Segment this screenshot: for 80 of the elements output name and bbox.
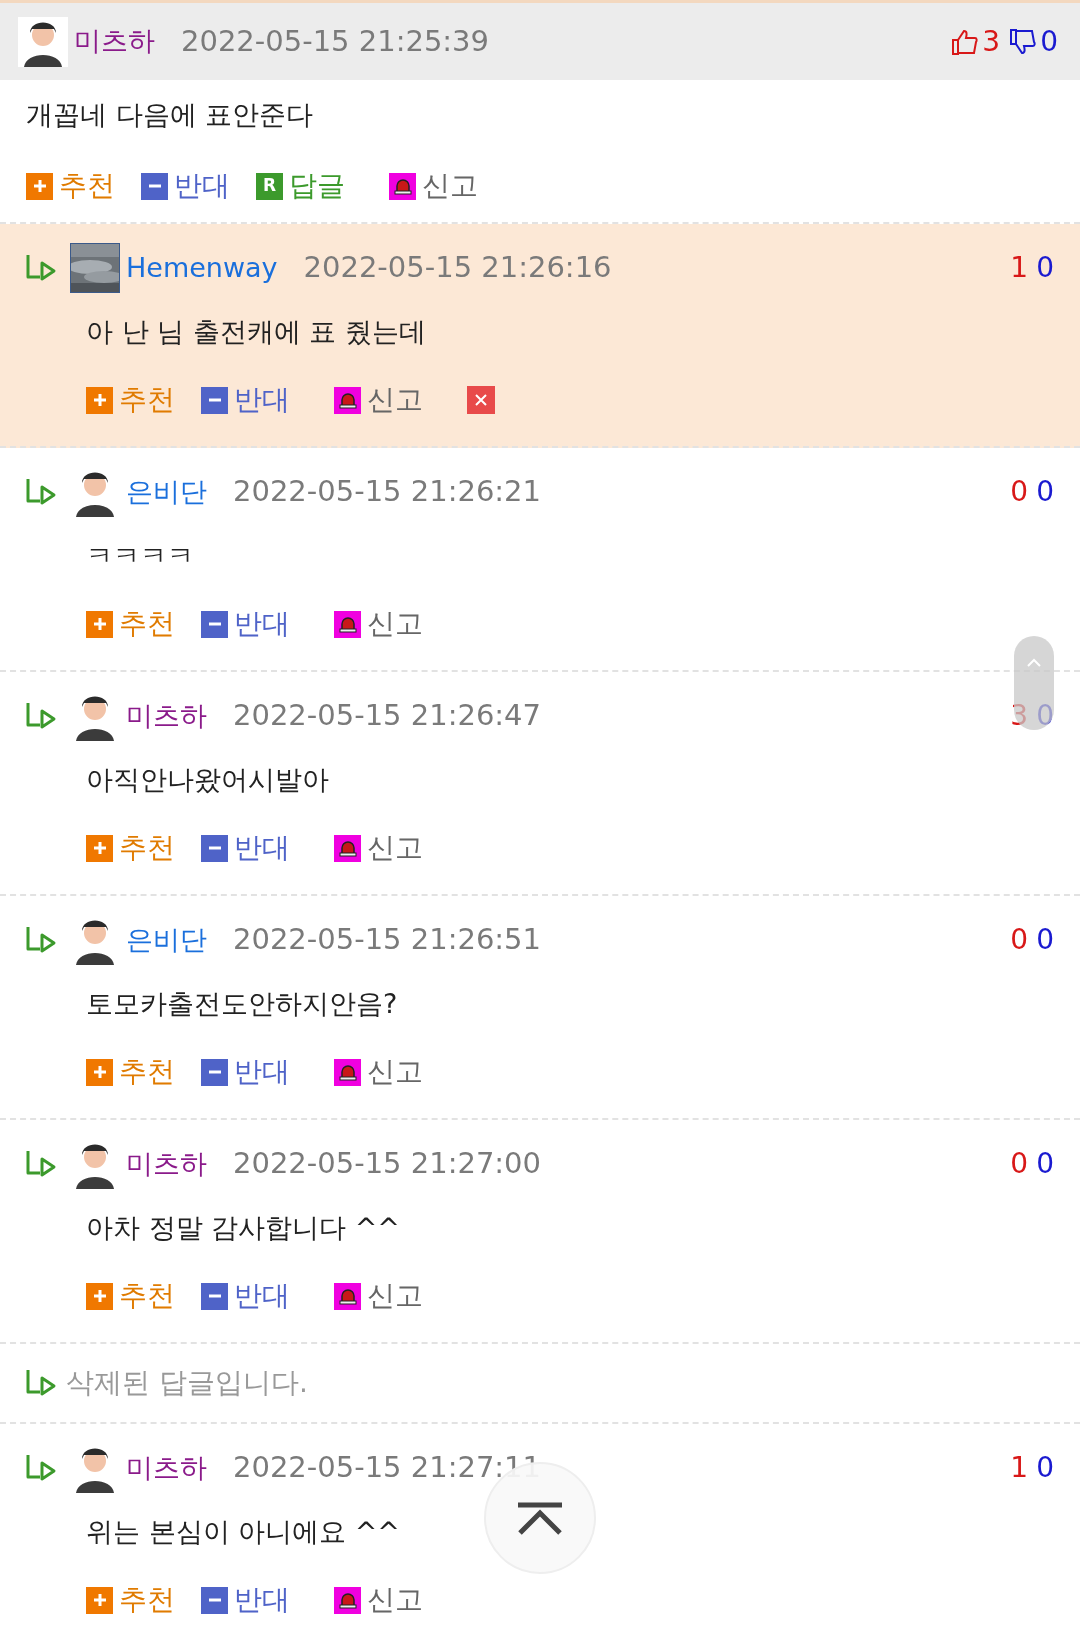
plus-icon [91, 1592, 108, 1608]
upvote-count: 3 [1010, 698, 1029, 734]
username[interactable]: 은비단 [126, 919, 207, 961]
recommend-button[interactable]: 추천 [86, 603, 175, 645]
scroll-handle[interactable] [1014, 636, 1054, 730]
username[interactable]: 미츠하 [126, 1143, 207, 1185]
username[interactable]: 은비단 [126, 471, 207, 513]
oppose-button[interactable]: 반대 [201, 603, 290, 645]
downvote-count: 0 [1036, 1146, 1054, 1182]
recommend-button[interactable]: 추천 [86, 1275, 175, 1317]
plus-icon [91, 840, 108, 856]
report-button[interactable]: 신고 [334, 379, 423, 421]
reply-button[interactable]: R 답글 [256, 165, 345, 207]
downvote-count: 0 [1036, 1450, 1054, 1486]
username[interactable]: Hemenway [126, 247, 278, 289]
siren-icon [337, 614, 358, 634]
timestamp: 2022-05-15 21:27:11 [233, 1449, 541, 1487]
downvote-count: 0 [1036, 250, 1054, 286]
oppose-button[interactable]: 반대 [201, 1051, 290, 1093]
username[interactable]: 미츠하 [126, 1447, 207, 1489]
oppose-button[interactable]: 반대 [201, 1275, 290, 1317]
username[interactable]: 미츠하 [126, 695, 207, 737]
report-button[interactable]: 신고 [334, 827, 423, 869]
report-button[interactable]: 신고 [334, 603, 423, 645]
recommend-button[interactable]: 추천 [86, 1579, 175, 1621]
plus-icon [91, 1288, 108, 1304]
downvote-count: 0 [1036, 698, 1054, 734]
report-button[interactable]: 신고 [334, 1579, 423, 1621]
comment-text: 아차 정말 감사합니다 ^^ [86, 1210, 400, 1245]
plus-icon [91, 1064, 108, 1080]
timestamp: 2022-05-15 21:26:51 [233, 921, 541, 959]
timestamp: 2022-05-15 21:26:16 [303, 249, 612, 287]
report-button[interactable]: 신고 [334, 1275, 423, 1317]
plus-icon [91, 616, 108, 632]
timestamp: 2022-05-15 21:25:39 [181, 22, 489, 60]
siren-icon [337, 1590, 358, 1610]
comment-text: 토모카출전도안하지안음? [86, 986, 398, 1021]
oppose-button[interactable]: 반대 [201, 379, 290, 421]
upvote-count: 1 [1010, 250, 1029, 286]
timestamp: 2022-05-15 21:26:21 [233, 473, 541, 511]
comment-text: 아 난 님 출전캐에 표 줬는데 [86, 314, 426, 349]
plus-icon [31, 178, 48, 194]
chevron-up-icon [1026, 658, 1042, 668]
siren-icon [337, 838, 358, 858]
recommend-button[interactable]: 추천 [26, 165, 115, 207]
downvote-count: 0 [1036, 922, 1054, 958]
upvote-count: 3 [982, 23, 1001, 60]
thumbs-up-icon [950, 27, 979, 56]
avatar-icon [18, 16, 68, 67]
close-icon [473, 392, 489, 408]
recommend-button[interactable]: 추천 [86, 827, 175, 869]
upvote-count: 1 [1010, 1450, 1029, 1486]
upvote-count: 0 [1010, 1146, 1029, 1182]
timestamp: 2022-05-15 21:26:47 [233, 697, 541, 735]
username[interactable]: 미츠하 [74, 21, 155, 62]
comment-text: 개꼽네 다음에 표안준다 [26, 97, 314, 132]
siren-icon [337, 1286, 358, 1306]
recommend-button[interactable]: 추천 [86, 1051, 175, 1093]
upvote-count: 0 [1010, 474, 1029, 510]
comment-text: 위는 본심이 아니에요 ^^ [86, 1514, 400, 1549]
plus-icon [91, 392, 108, 408]
chevron-up-icon [516, 1501, 564, 1535]
oppose-button[interactable]: 반대 [201, 1579, 290, 1621]
upvote-count: 0 [1010, 922, 1029, 958]
report-button[interactable]: 신고 [334, 1051, 423, 1093]
deleted-reply-text: 삭제된 답글입니다. [66, 1365, 308, 1401]
comment-text: 아직안나왔어시발아 [86, 762, 329, 797]
reply-icon: R [256, 172, 283, 200]
timestamp: 2022-05-15 21:27:00 [233, 1145, 541, 1183]
oppose-button[interactable]: 반대 [141, 165, 230, 207]
thumbs-down-icon [1008, 27, 1037, 56]
downvote-count: 0 [1040, 23, 1058, 60]
siren-icon [392, 176, 413, 196]
delete-button[interactable] [467, 386, 495, 414]
oppose-button[interactable]: 반대 [201, 827, 290, 869]
downvote-count: 0 [1036, 474, 1054, 510]
siren-icon [337, 390, 358, 410]
comment-text: ㅋㅋㅋㅋ [86, 538, 194, 573]
report-button[interactable]: 신고 [389, 165, 478, 207]
siren-icon [337, 1062, 358, 1082]
